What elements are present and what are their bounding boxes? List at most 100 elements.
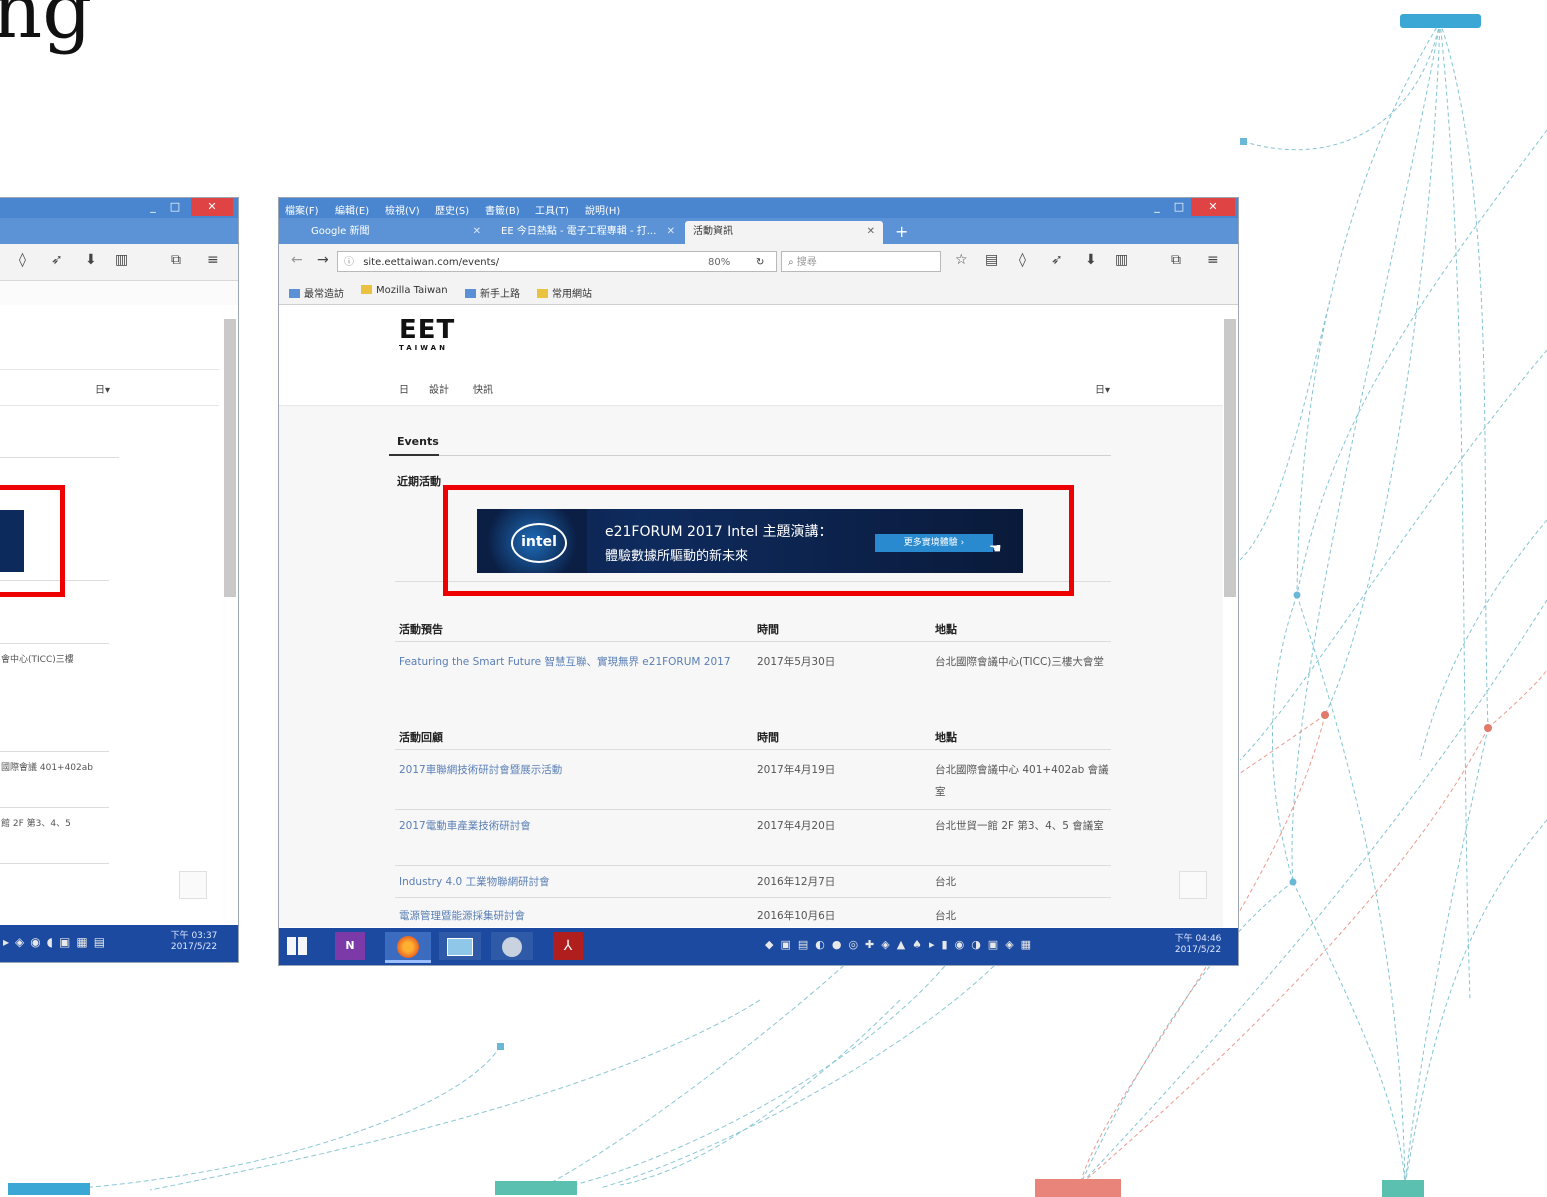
nav-item-2[interactable]: 設計 [429, 381, 449, 396]
onenote-icon[interactable]: N [335, 932, 365, 960]
left-clock-date: 2017/5/22 [170, 942, 218, 952]
tab-events[interactable]: 活動資訊 ✕ [685, 221, 883, 244]
back-to-top-button[interactable] [1179, 871, 1207, 899]
bookmark-mozilla-taiwan[interactable]: Mozilla Taiwan [361, 285, 448, 296]
bookmark-star-icon[interactable]: ☆ [955, 252, 968, 268]
taskbar-clock: 下午 04:46 2017/5/22 [1163, 934, 1233, 956]
bookmark-common-sites[interactable]: 常用網站 [537, 285, 592, 300]
close-tab-icon[interactable]: ✕ [667, 221, 675, 243]
upcoming-col-date: 時間 [757, 623, 779, 636]
upcoming-row-place: 台北國際會議中心(TICC)三樓大會堂 [935, 656, 1104, 668]
past-row-2-title[interactable]: 2017電動車產業技術研討會 [399, 815, 531, 837]
upcoming-row-title[interactable]: Featuring the Smart Future 智慧互聯、實現無界 e21… [399, 651, 749, 673]
close-tab-icon[interactable]: ✕ [867, 221, 875, 243]
maximize-button[interactable]: □ [1171, 198, 1187, 216]
menu-icon[interactable]: ≡ [207, 252, 219, 268]
menu-icon[interactable]: ≡ [1207, 252, 1219, 268]
left-tab-bar [0, 218, 238, 244]
language-dropdown[interactable]: 日▾ [1095, 381, 1110, 396]
reload-icon[interactable]: ↻ [756, 252, 764, 273]
past-row-3-title[interactable]: Industry 4.0 工業物聯網研討會 [399, 871, 550, 893]
menu-tools[interactable]: 工具(T) [535, 202, 569, 217]
search-box[interactable]: ⌕ 搜尋 [781, 251, 941, 272]
menu-bar: 檔案(F) 編輯(E) 檢視(V) 歷史(S) 書籤(B) 工具(T) 說明(H… [279, 198, 1238, 218]
minimize-button[interactable]: _ [1149, 198, 1165, 216]
menu-file[interactable]: 檔案(F) [285, 202, 319, 217]
upcoming-row-date: 2017年5月30日 [757, 656, 836, 668]
menu-view[interactable]: 檢視(V) [385, 202, 420, 217]
zoom-level[interactable]: 80% [708, 252, 730, 273]
left-row2-place: 國際會議 401+402ab [1, 763, 93, 773]
left-title-bar: _ □ ✕ [0, 198, 238, 218]
tab-label: Google 新聞 [311, 226, 370, 237]
pocket-icon[interactable]: ◊ [19, 252, 26, 268]
past-row-4-date: 2016年10月6日 [757, 910, 836, 922]
left-side-button[interactable] [179, 871, 207, 899]
download-icon[interactable]: ⬇ [1085, 252, 1097, 268]
left-highlight-box [0, 485, 65, 597]
acrobat-icon[interactable]: ⅄ [553, 932, 583, 960]
left-taskbar: ▸◈◉◖▣▦▤ 下午 03:37 2017/5/22 [0, 925, 238, 962]
pocket-icon[interactable]: ◊ [1019, 252, 1026, 268]
nav-item-1[interactable]: 日 [399, 381, 409, 396]
bookmark-most-visited[interactable]: 最常造訪 [289, 285, 344, 300]
tab-google-news[interactable]: Google 新聞 ✕ [303, 221, 489, 244]
left-row1-place: 會中心(TICC)三樓 [1, 655, 74, 665]
past-row-3-date: 2016年12月7日 [757, 876, 836, 888]
upcoming-col-place: 地點 [935, 623, 957, 636]
tool-icon[interactable] [491, 932, 533, 960]
nav-item-3[interactable]: 快訊 [473, 381, 493, 396]
back-icon[interactable]: ← [291, 252, 303, 268]
menu-edit[interactable]: 編輯(E) [335, 202, 369, 217]
upcoming-col-title: 活動預告 [399, 623, 443, 636]
page-content: EET TAIWAN 日 設計 快訊 日▾ Events 近期活動 intel … [279, 305, 1238, 928]
minimize-button[interactable]: _ [145, 198, 161, 216]
close-button[interactable]: ✕ [191, 198, 233, 216]
past-row-2-date: 2017年4月20日 [757, 820, 836, 832]
menu-bookmarks[interactable]: 書籤(B) [485, 202, 520, 217]
tab-eettaiwan-news[interactable]: EE 今日熱點 - 電子工程專輯 - 打... ✕ [493, 221, 683, 244]
library-icon[interactable]: ▥ [1115, 252, 1128, 268]
screenshot-icon[interactable]: ⧉ [171, 252, 181, 268]
menu-history[interactable]: 歷史(S) [435, 202, 469, 217]
tab-label: EE 今日熱點 - 電子工程專輯 - 打... [501, 226, 657, 237]
firefox-icon[interactable] [385, 932, 431, 963]
bookmark-label: 新手上路 [480, 289, 520, 300]
main-browser-window: 檔案(F) 編輯(E) 檢視(V) 歷史(S) 書籤(B) 工具(T) 說明(H… [278, 197, 1239, 966]
banner-highlight-box [443, 485, 1074, 596]
photos-icon[interactable] [439, 932, 481, 960]
left-lang-dropdown[interactable]: 日▾ [95, 381, 110, 396]
eet-logo[interactable]: EET [399, 317, 455, 343]
past-row-4-title[interactable]: 電源管理暨能源採集研討會 [399, 905, 525, 927]
maximize-button[interactable]: □ [167, 198, 183, 216]
search-placeholder: 搜尋 [796, 257, 817, 268]
forward-icon[interactable]: → [317, 252, 329, 268]
bookmarks-list-icon[interactable]: ▤ [985, 252, 998, 268]
past-row-1-title[interactable]: 2017車聯網技術研討會暨展示活動 [399, 759, 562, 781]
library-icon[interactable]: ▥ [115, 252, 128, 268]
close-tab-icon[interactable]: ✕ [473, 221, 481, 243]
clock-time: 下午 04:46 [1174, 934, 1222, 944]
past-row-3-place: 台北 [935, 876, 956, 888]
download-icon[interactable]: ⬇ [85, 252, 97, 268]
menu-help[interactable]: 說明(H) [585, 202, 620, 217]
windows-taskbar: N ⅄ ◆▣▤◐●◎✚◈▲♠▸▮◉◑▣◈▦ 下午 04:46 2017/5/22 [279, 928, 1238, 965]
windows-start-icon[interactable] [287, 937, 307, 955]
past-row-1-date: 2017年4月19日 [757, 764, 836, 776]
new-tab-button[interactable]: + [895, 222, 908, 241]
past-row-1-place: 台北國際會議中心 401+402ab 會議室 [935, 764, 1109, 798]
events-heading: Events [397, 435, 439, 448]
screenshot-icon[interactable]: ⧉ [1171, 252, 1181, 268]
tab-bar: Google 新聞 ✕ EE 今日熱點 - 電子工程專輯 - 打... ✕ 活動… [279, 218, 1238, 244]
info-icon[interactable]: ⓘ [344, 257, 354, 268]
bookmark-label: 常用網站 [552, 289, 592, 300]
past-row-4-place: 台北 [935, 910, 956, 922]
page-scrollbar[interactable] [1224, 319, 1236, 597]
send-icon[interactable]: ➶ [1051, 252, 1063, 268]
bookmark-getting-started[interactable]: 新手上路 [465, 285, 520, 300]
send-icon[interactable]: ➶ [51, 252, 63, 268]
close-button[interactable]: ✕ [1191, 198, 1235, 216]
tray-icons: ▸◈◉◖▣▦▤ [3, 935, 112, 949]
url-bar[interactable]: ⓘ site.eettaiwan.com/events/ 80% ↻ [337, 251, 777, 272]
left-scrollbar[interactable] [224, 319, 236, 597]
